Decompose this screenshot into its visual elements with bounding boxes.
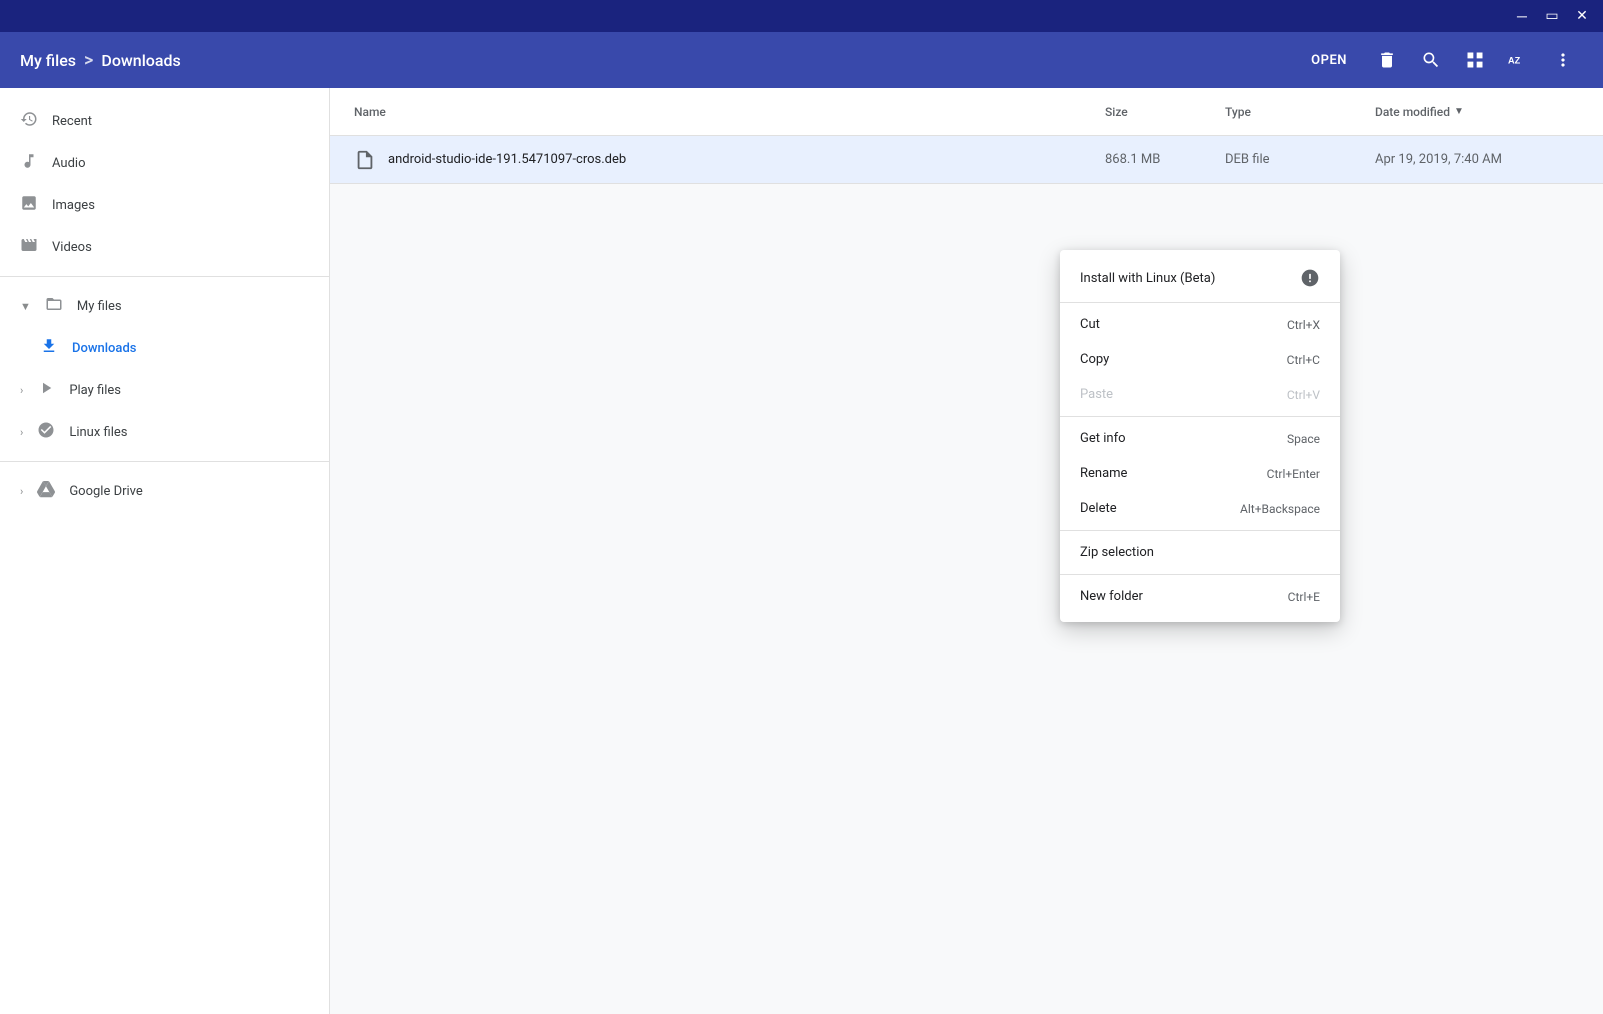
linux-files-chevron: › <box>20 426 23 439</box>
sidebar: Recent Audio Images Videos ▼ <box>0 88 330 1014</box>
more-options-button[interactable] <box>1543 40 1583 80</box>
downloads-icon <box>40 337 58 359</box>
sidebar-item-recent-label: Recent <box>52 114 92 129</box>
sidebar-item-linux-files-label: Linux files <box>69 425 127 440</box>
breadcrumb-separator: > <box>84 50 93 71</box>
close-button[interactable]: ✕ <box>1569 3 1595 29</box>
more-vert-icon <box>1553 50 1573 70</box>
ctx-copy[interactable]: Copy Ctrl+C <box>1060 342 1340 377</box>
sidebar-item-google-drive-label: Google Drive <box>69 484 142 499</box>
ctx-zip-selection[interactable]: Zip selection <box>1060 535 1340 570</box>
sidebar-item-google-drive[interactable]: › Google Drive <box>0 470 329 512</box>
sidebar-item-downloads-label: Downloads <box>72 341 136 356</box>
play-files-icon <box>37 379 55 401</box>
col-date-modified[interactable]: Date modified ▼ <box>1367 105 1587 119</box>
sidebar-divider-1 <box>0 276 329 277</box>
sort-button[interactable]: AZ <box>1499 40 1539 80</box>
ctx-divider-4 <box>1060 574 1340 575</box>
ctx-divider-3 <box>1060 530 1340 531</box>
sort-az-icon: AZ <box>1508 49 1530 71</box>
toolbar-actions: OPEN AZ <box>1295 40 1583 80</box>
audio-icon <box>20 152 38 174</box>
google-drive-icon <box>37 480 55 502</box>
ctx-get-info[interactable]: Get info Space <box>1060 421 1340 456</box>
my-files-icon <box>45 295 63 317</box>
ctx-divider-2 <box>1060 416 1340 417</box>
sidebar-item-linux-files[interactable]: › Linux files <box>0 411 329 453</box>
ctx-rename[interactable]: Rename Ctrl+Enter <box>1060 456 1340 491</box>
maximize-button[interactable]: ▭ <box>1539 3 1565 29</box>
sort-chevron-icon: ▼ <box>1454 106 1464 117</box>
linux-install-icon <box>1300 268 1320 288</box>
sidebar-item-videos-label: Videos <box>52 240 92 255</box>
breadcrumb: My files > Downloads <box>20 50 1287 71</box>
context-menu: Install with Linux (Beta) Cut Ctrl+X Cop… <box>1060 250 1340 622</box>
trash-icon <box>1377 50 1397 70</box>
sidebar-item-images-label: Images <box>52 198 95 213</box>
toolbar: My files > Downloads OPEN AZ <box>0 32 1603 88</box>
view-grid-button[interactable] <box>1455 40 1495 80</box>
deb-file-icon <box>354 149 376 171</box>
search-icon <box>1421 50 1441 70</box>
titlebar: ─ ▭ ✕ <box>0 0 1603 32</box>
ctx-paste: Paste Ctrl+V <box>1060 377 1340 412</box>
ctx-divider-1 <box>1060 302 1340 303</box>
sidebar-item-play-files[interactable]: › Play files <box>0 369 329 411</box>
recent-icon <box>20 110 38 132</box>
col-name: Name <box>346 105 1097 119</box>
open-button[interactable]: OPEN <box>1295 42 1363 78</box>
sidebar-item-videos[interactable]: Videos <box>0 226 329 268</box>
sidebar-divider-2 <box>0 461 329 462</box>
minimize-button[interactable]: ─ <box>1509 3 1535 29</box>
ctx-cut[interactable]: Cut Ctrl+X <box>1060 307 1340 342</box>
ctx-new-folder[interactable]: New folder Ctrl+E <box>1060 579 1340 614</box>
col-type: Type <box>1217 105 1367 119</box>
sidebar-item-my-files[interactable]: ▼ My files <box>0 285 329 327</box>
videos-icon <box>20 236 38 258</box>
table-header: Name Size Type Date modified ▼ <box>330 88 1603 136</box>
file-size: 868.1 MB <box>1097 152 1217 167</box>
sidebar-item-audio-label: Audio <box>52 156 85 171</box>
breadcrumb-root[interactable]: My files <box>20 51 76 70</box>
google-drive-chevron: › <box>20 485 23 498</box>
grid-view-icon <box>1465 50 1485 70</box>
table-row[interactable]: android-studio-ide-191.5471097-cros.deb … <box>330 136 1603 184</box>
sidebar-item-my-files-label: My files <box>77 299 122 314</box>
sidebar-item-images[interactable]: Images <box>0 184 329 226</box>
file-name-cell: android-studio-ide-191.5471097-cros.deb <box>346 149 1097 171</box>
breadcrumb-current[interactable]: Downloads <box>101 51 180 70</box>
sidebar-item-downloads[interactable]: Downloads <box>0 327 329 369</box>
search-button[interactable] <box>1411 40 1451 80</box>
linux-files-icon <box>37 421 55 443</box>
col-size: Size <box>1097 105 1217 119</box>
main-layout: Recent Audio Images Videos ▼ <box>0 88 1603 1014</box>
file-name: android-studio-ide-191.5471097-cros.deb <box>388 152 626 167</box>
file-content: Name Size Type Date modified ▼ android-s… <box>330 88 1603 1014</box>
svg-text:AZ: AZ <box>1508 56 1521 66</box>
ctx-delete[interactable]: Delete Alt+Backspace <box>1060 491 1340 526</box>
images-icon <box>20 194 38 216</box>
sidebar-item-play-files-label: Play files <box>69 383 121 398</box>
play-files-chevron: › <box>20 384 23 397</box>
delete-button[interactable] <box>1367 40 1407 80</box>
sidebar-item-recent[interactable]: Recent <box>0 100 329 142</box>
ctx-install-linux[interactable]: Install with Linux (Beta) <box>1060 258 1340 298</box>
my-files-chevron: ▼ <box>20 300 31 313</box>
file-type: DEB file <box>1217 152 1367 167</box>
sidebar-item-audio[interactable]: Audio <box>0 142 329 184</box>
file-date: Apr 19, 2019, 7:40 AM <box>1367 152 1587 167</box>
